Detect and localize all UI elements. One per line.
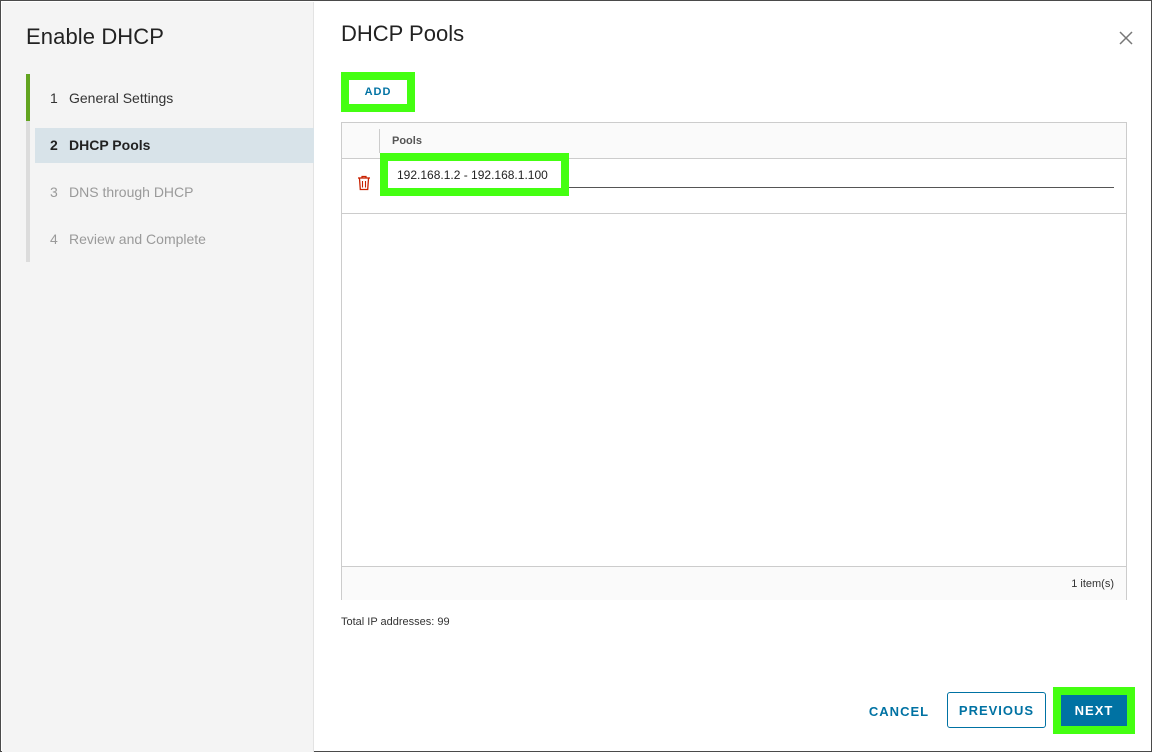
step-label: General Settings — [69, 89, 174, 106]
pool-input-underline — [568, 187, 1114, 188]
page-title: DHCP Pools — [341, 21, 465, 46]
step-number: 3 — [50, 183, 58, 200]
item-count: 1 item(s) — [1071, 578, 1114, 590]
step-general-settings[interactable]: 1 General Settings — [26, 74, 314, 121]
column-header-pools[interactable]: Pools — [392, 135, 422, 147]
step-progress-bar — [26, 74, 30, 121]
column-separator — [379, 129, 380, 153]
previous-button[interactable]: PREVIOUS — [947, 692, 1046, 728]
add-pool-button[interactable]: ADD — [349, 80, 407, 104]
step-progress-bar — [26, 121, 30, 168]
pool-range-input[interactable] — [388, 161, 561, 188]
wizard-title: Enable DHCP — [26, 24, 165, 49]
step-progress-bar — [26, 215, 30, 262]
step-review-and-complete: 4 Review and Complete — [26, 215, 314, 262]
trash-icon[interactable] — [357, 175, 371, 191]
datagrid-footer: 1 item(s) — [342, 566, 1126, 600]
wizard-sidebar: Enable DHCP 1 General Settings 2 DHCP Po… — [2, 2, 314, 752]
total-ip-addresses: Total IP addresses: 99 — [341, 616, 450, 628]
step-dns-through-dhcp: 3 DNS through DHCP — [26, 168, 314, 215]
step-label: Review and Complete — [69, 230, 206, 247]
wizard-dialog: Enable DHCP 1 General Settings 2 DHCP Po… — [0, 0, 1152, 752]
step-label: DHCP Pools — [69, 136, 151, 153]
step-dhcp-pools[interactable]: 2 DHCP Pools — [26, 121, 314, 168]
step-progress-bar — [26, 168, 30, 215]
wizard-steps: 1 General Settings 2 DHCP Pools 3 DNS th… — [26, 74, 314, 262]
cancel-button[interactable]: CANCEL — [859, 698, 939, 724]
step-number: 1 — [50, 89, 58, 106]
step-number: 4 — [50, 230, 58, 247]
close-icon[interactable] — [1117, 29, 1135, 47]
next-button[interactable]: NEXT — [1061, 695, 1127, 726]
step-number: 2 — [50, 136, 58, 153]
step-label: DNS through DHCP — [69, 183, 194, 200]
